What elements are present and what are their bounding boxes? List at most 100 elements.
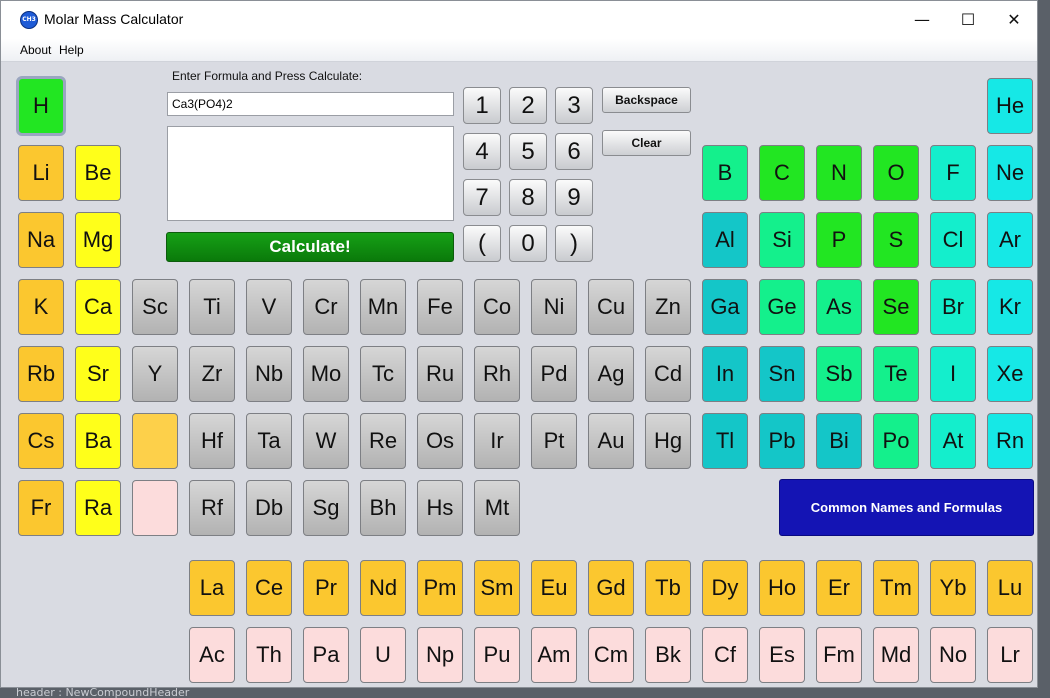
element-mg[interactable]: Mg	[75, 212, 121, 268]
element-cr[interactable]: Cr	[303, 279, 349, 335]
element-yb[interactable]: Yb	[930, 560, 976, 616]
element-xe[interactable]: Xe	[987, 346, 1033, 402]
element-b[interactable]: B	[702, 145, 748, 201]
element-mo[interactable]: Mo	[303, 346, 349, 402]
element-c[interactable]: C	[759, 145, 805, 201]
element-md[interactable]: Md	[873, 627, 919, 683]
element-hg[interactable]: Hg	[645, 413, 691, 469]
element-cs[interactable]: Cs	[18, 413, 64, 469]
element-cd[interactable]: Cd	[645, 346, 691, 402]
keypad-seven-button[interactable]: 7	[463, 179, 501, 216]
element-am[interactable]: Am	[531, 627, 577, 683]
element-tb[interactable]: Tb	[645, 560, 691, 616]
element-in[interactable]: In	[702, 346, 748, 402]
element-ar[interactable]: Ar	[987, 212, 1033, 268]
element-co[interactable]: Co	[474, 279, 520, 335]
element-db[interactable]: Db	[246, 480, 292, 536]
element-te[interactable]: Te	[873, 346, 919, 402]
common-names-button[interactable]: Common Names and Formulas	[779, 479, 1034, 536]
element-ti[interactable]: Ti	[189, 279, 235, 335]
element-bh[interactable]: Bh	[360, 480, 406, 536]
keypad-two-button[interactable]: 2	[509, 87, 547, 124]
element-p[interactable]: P	[816, 212, 862, 268]
keypad-six-button[interactable]: 6	[555, 133, 593, 170]
element-v[interactable]: V	[246, 279, 292, 335]
keypad-close-paren-button[interactable]: )	[555, 225, 593, 262]
element-mt[interactable]: Mt	[474, 480, 520, 536]
backspace-button[interactable]: Backspace	[602, 87, 691, 113]
element-fm[interactable]: Fm	[816, 627, 862, 683]
element-pt[interactable]: Pt	[531, 413, 577, 469]
element-lu[interactable]: Lu	[987, 560, 1033, 616]
element-pa[interactable]: Pa	[303, 627, 349, 683]
element-zr[interactable]: Zr	[189, 346, 235, 402]
element-k[interactable]: K	[18, 279, 64, 335]
element-la[interactable]: La	[189, 560, 235, 616]
element-ag[interactable]: Ag	[588, 346, 634, 402]
element-no[interactable]: No	[930, 627, 976, 683]
element-na[interactable]: Na	[18, 212, 64, 268]
keypad-open-paren-button[interactable]: (	[463, 225, 501, 262]
element-tm[interactable]: Tm	[873, 560, 919, 616]
element-nd[interactable]: Nd	[360, 560, 406, 616]
element-eu[interactable]: Eu	[531, 560, 577, 616]
element-th[interactable]: Th	[246, 627, 292, 683]
element-sm[interactable]: Sm	[474, 560, 520, 616]
element-as[interactable]: As	[816, 279, 862, 335]
element-cl[interactable]: Cl	[930, 212, 976, 268]
element-bk[interactable]: Bk	[645, 627, 691, 683]
element-zn[interactable]: Zn	[645, 279, 691, 335]
clear-button[interactable]: Clear	[602, 130, 691, 156]
element-ho[interactable]: Ho	[759, 560, 805, 616]
element-cf[interactable]: Cf	[702, 627, 748, 683]
element-fe[interactable]: Fe	[417, 279, 463, 335]
element-sg[interactable]: Sg	[303, 480, 349, 536]
keypad-eight-button[interactable]: 8	[509, 179, 547, 216]
element-es[interactable]: Es	[759, 627, 805, 683]
element-mn[interactable]: Mn	[360, 279, 406, 335]
element-sr[interactable]: Sr	[75, 346, 121, 402]
element-pd[interactable]: Pd	[531, 346, 577, 402]
element-np[interactable]: Np	[417, 627, 463, 683]
formula-input[interactable]	[167, 92, 454, 116]
element-o[interactable]: O	[873, 145, 919, 201]
element-kr[interactable]: Kr	[987, 279, 1033, 335]
element-ra[interactable]: Ra	[75, 480, 121, 536]
element-ac[interactable]: Ac	[189, 627, 235, 683]
element-ga[interactable]: Ga	[702, 279, 748, 335]
element-n[interactable]: N	[816, 145, 862, 201]
element-rb[interactable]: Rb	[18, 346, 64, 402]
keypad-four-button[interactable]: 4	[463, 133, 501, 170]
keypad-one-button[interactable]: 1	[463, 87, 501, 124]
element-gd[interactable]: Gd	[588, 560, 634, 616]
element-ir[interactable]: Ir	[474, 413, 520, 469]
element-ta[interactable]: Ta	[246, 413, 292, 469]
close-button[interactable]: ✕	[991, 1, 1037, 39]
element-cu[interactable]: Cu	[588, 279, 634, 335]
element-se[interactable]: Se	[873, 279, 919, 335]
element-os[interactable]: Os	[417, 413, 463, 469]
element-sn[interactable]: Sn	[759, 346, 805, 402]
element-cm[interactable]: Cm	[588, 627, 634, 683]
element-er[interactable]: Er	[816, 560, 862, 616]
keypad-zero-button[interactable]: 0	[509, 225, 547, 262]
element-he[interactable]: He	[987, 78, 1033, 134]
element-ge[interactable]: Ge	[759, 279, 805, 335]
element-re[interactable]: Re	[360, 413, 406, 469]
element-pu[interactable]: Pu	[474, 627, 520, 683]
element-placeholder[interactable]	[132, 480, 178, 536]
maximize-button[interactable]: ☐	[945, 1, 991, 39]
element-si[interactable]: Si	[759, 212, 805, 268]
element-lr[interactable]: Lr	[987, 627, 1033, 683]
element-po[interactable]: Po	[873, 413, 919, 469]
element-ne[interactable]: Ne	[987, 145, 1033, 201]
element-f[interactable]: F	[930, 145, 976, 201]
element-dy[interactable]: Dy	[702, 560, 748, 616]
element-ba[interactable]: Ba	[75, 413, 121, 469]
menu-about[interactable]: About	[20, 43, 51, 57]
element-li[interactable]: Li	[18, 145, 64, 201]
element-tc[interactable]: Tc	[360, 346, 406, 402]
element-w[interactable]: W	[303, 413, 349, 469]
element-fr[interactable]: Fr	[18, 480, 64, 536]
element-br[interactable]: Br	[930, 279, 976, 335]
